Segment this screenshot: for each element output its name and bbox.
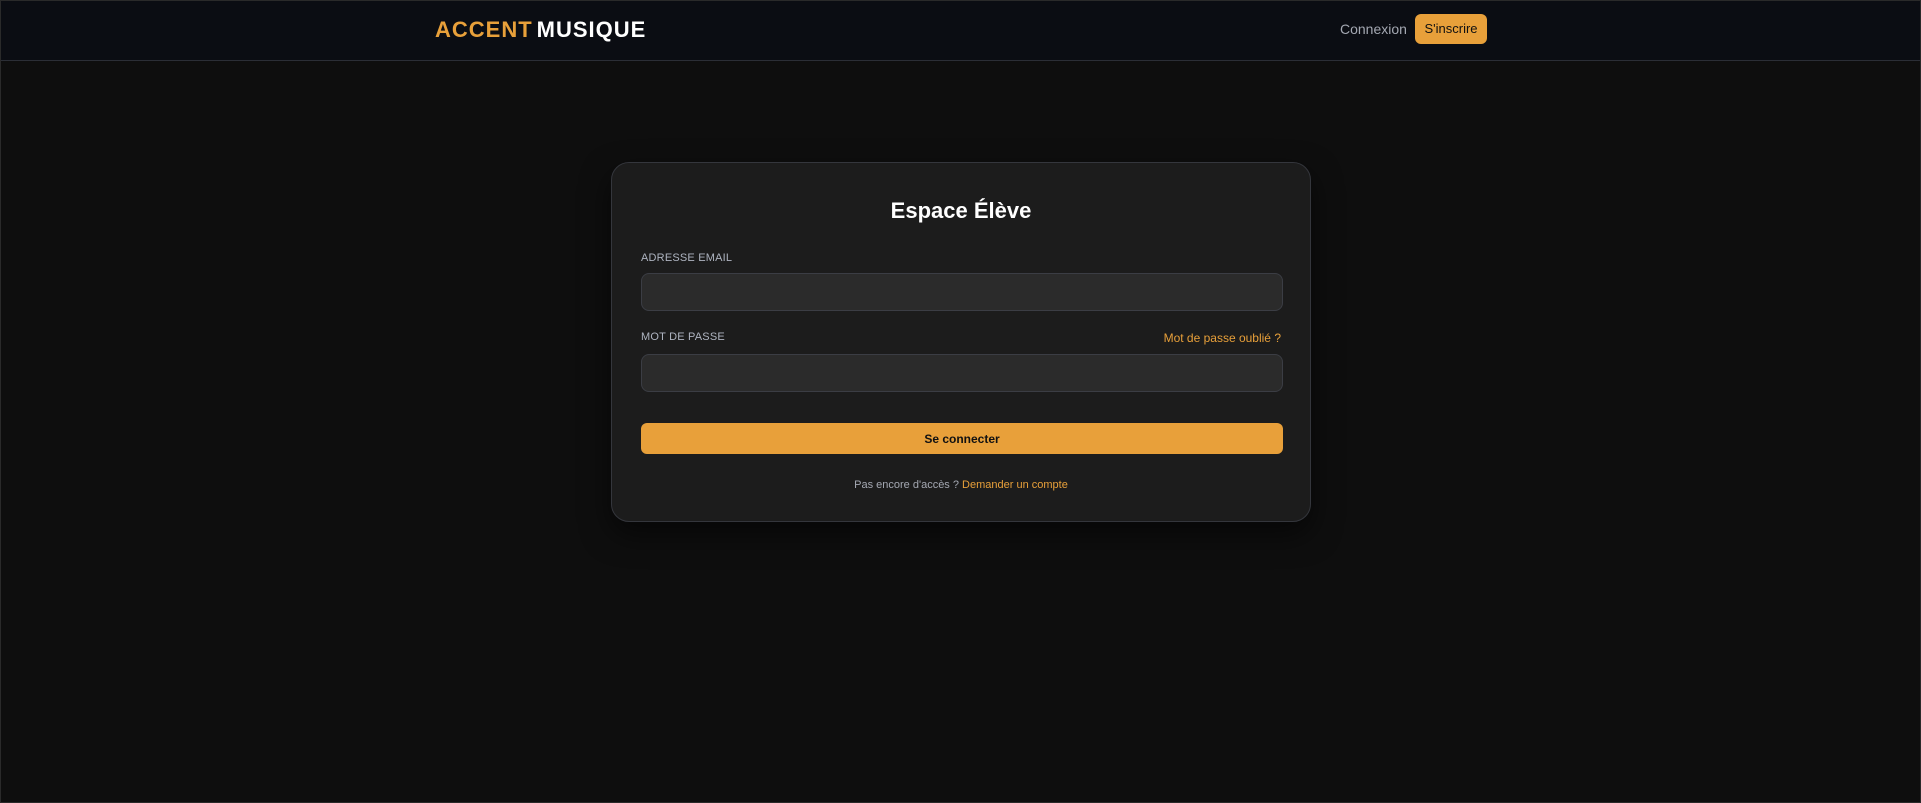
email-label: ADRESSE EMAIL [641,252,733,264]
request-account-link[interactable]: Demander un compte [962,479,1068,491]
login-card: Espace Élève ADRESSE EMAIL MOT DE PASSE … [611,162,1311,522]
login-submit-button[interactable]: Se connecter [641,423,1283,454]
login-link[interactable]: Connexion [1340,21,1407,37]
top-navbar: ACCENT MUSIQUE Connexion S'inscrire [1,1,1920,61]
logo-main-text: MUSIQUE [536,17,647,42]
signup-prompt: Pas encore d'accès ? Demander un compte [612,479,1310,491]
brand-logo[interactable]: ACCENT MUSIQUE [435,17,646,43]
password-label: MOT DE PASSE [641,331,725,343]
password-input[interactable] [641,354,1283,392]
forgot-password-link[interactable]: Mot de passe oublié ? [1164,331,1281,345]
logo-accent-text: ACCENT [435,17,533,42]
email-input[interactable] [641,273,1283,311]
signup-button[interactable]: S'inscrire [1415,14,1487,44]
page-title: Espace Élève [890,198,1032,223]
signup-prompt-text: Pas encore d'accès ? [854,479,959,491]
